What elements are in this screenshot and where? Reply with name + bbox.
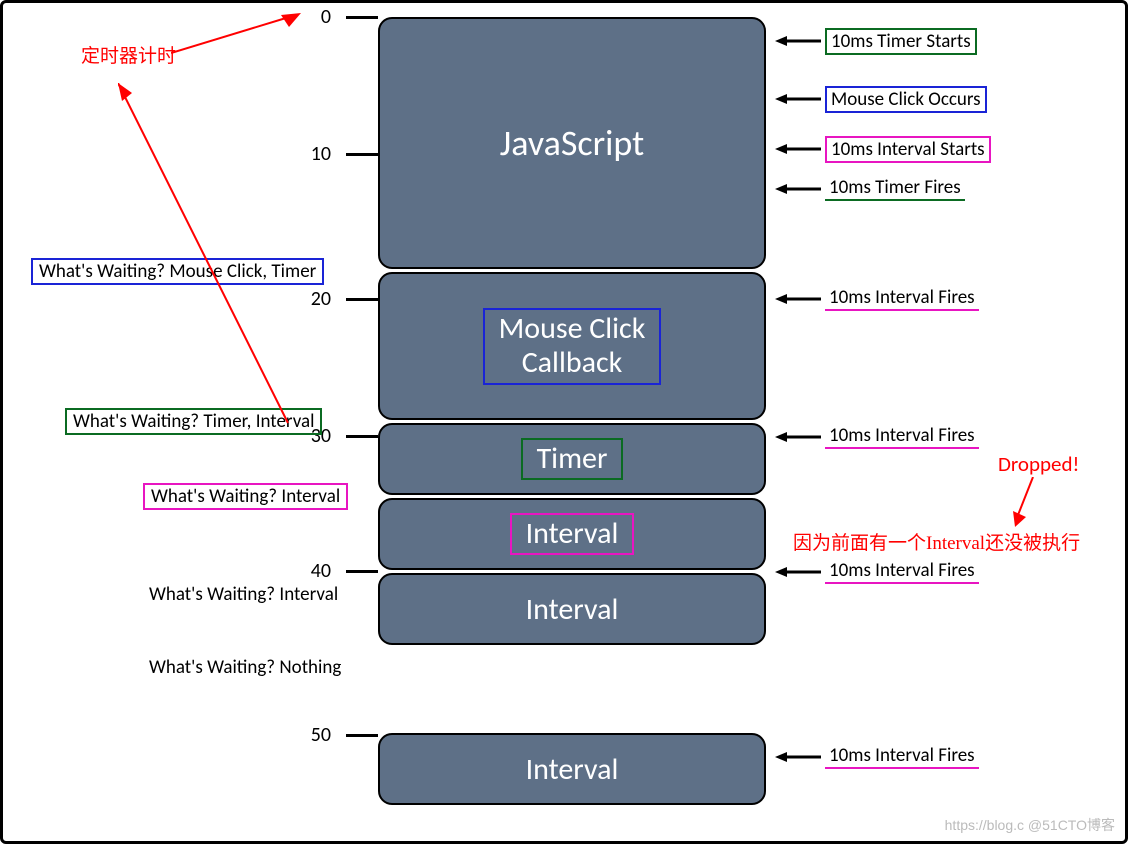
arrow-left-icon bbox=[775, 431, 821, 443]
waiting-4: What's Waiting? Interval bbox=[143, 583, 344, 606]
arrow-left-icon bbox=[775, 183, 821, 195]
block-interval-1: Interval bbox=[378, 498, 766, 570]
event-interval-starts: 10ms Interval Starts bbox=[825, 136, 991, 163]
arrow-left-icon bbox=[775, 566, 821, 578]
arrow-left-icon bbox=[775, 35, 821, 47]
waiting-3: What's Waiting? Interval bbox=[143, 483, 348, 510]
arrow-left-icon bbox=[775, 751, 821, 763]
arrow-left-icon bbox=[775, 93, 821, 105]
tick-0 bbox=[346, 16, 378, 19]
block-label: Interval bbox=[526, 751, 619, 788]
event-timer-fires: 10ms Timer Fires bbox=[825, 176, 965, 201]
arrow-left-icon bbox=[775, 293, 821, 305]
red-arrow-icon bbox=[118, 83, 298, 433]
block-label: Interval bbox=[526, 515, 619, 552]
block-label: JavaScript bbox=[500, 121, 645, 165]
event-interval-fires-1: 10ms Interval Fires bbox=[825, 286, 979, 311]
annotation-dropped-reason: 因为前面有一个Interval还没被执行 bbox=[793, 528, 1080, 555]
annotation-dropped: Dropped! bbox=[998, 451, 1079, 477]
tick-10 bbox=[346, 153, 378, 156]
block-label: Mouse ClickCallback bbox=[499, 310, 646, 382]
block-interval-2: Interval bbox=[378, 573, 766, 645]
block-inner-mouse: Mouse ClickCallback bbox=[483, 308, 662, 385]
event-interval-fires-2: 10ms Interval Fires bbox=[825, 424, 979, 449]
tick-50 bbox=[346, 734, 378, 737]
block-label: Timer bbox=[537, 440, 608, 477]
block-inner-interval1: Interval bbox=[510, 513, 635, 556]
red-arrow-icon bbox=[171, 13, 301, 58]
block-timer: Timer bbox=[378, 423, 766, 495]
tick-40 bbox=[346, 570, 378, 573]
event-interval-fires-3: 10ms Interval Fires bbox=[825, 559, 979, 584]
annotation-timer-cn: 定时器计时 bbox=[81, 41, 176, 68]
tick-30 bbox=[346, 435, 378, 438]
block-interval-3: Interval bbox=[378, 733, 766, 805]
event-timer-starts: 10ms Timer Starts bbox=[825, 28, 977, 55]
block-mouse-callback: Mouse ClickCallback bbox=[378, 272, 766, 420]
waiting-5: What's Waiting? Nothing bbox=[143, 656, 347, 679]
event-interval-fires-4: 10ms Interval Fires bbox=[825, 744, 979, 769]
block-inner-timer: Timer bbox=[521, 438, 624, 481]
tick-num-50: 50 bbox=[281, 723, 331, 747]
block-javascript: JavaScript bbox=[378, 17, 766, 269]
arrow-left-icon bbox=[775, 143, 821, 155]
tick-num-40: 40 bbox=[281, 559, 331, 583]
tick-20 bbox=[346, 298, 378, 301]
event-mouse-click: Mouse Click Occurs bbox=[825, 86, 987, 113]
watermark: https://blog.c @51CTO博客 bbox=[945, 815, 1115, 835]
red-arrow-icon bbox=[1013, 477, 1043, 527]
block-label: Interval bbox=[526, 591, 619, 628]
